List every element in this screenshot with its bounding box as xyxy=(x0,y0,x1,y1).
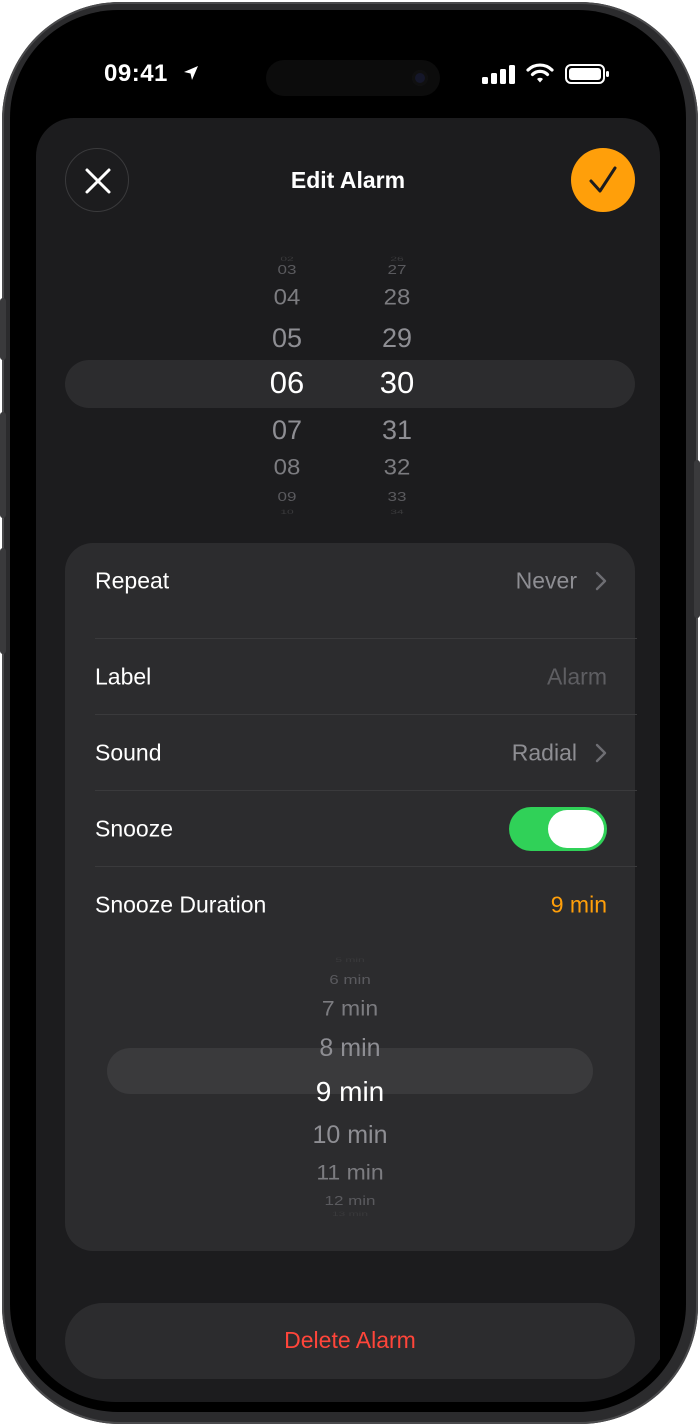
picker-item[interactable]: 03 xyxy=(247,263,327,278)
sound-row[interactable]: Sound Radial xyxy=(95,715,607,791)
snooze-option[interactable]: 12 min xyxy=(65,1193,635,1210)
action-button xyxy=(0,298,6,360)
delete-alarm-button[interactable]: Delete Alarm xyxy=(65,1303,635,1379)
repeat-row[interactable]: Repeat Never xyxy=(95,543,607,619)
volume-down-button xyxy=(0,548,6,654)
snooze-option[interactable]: 5 min xyxy=(65,958,635,962)
time-picker-selection xyxy=(65,360,635,408)
snooze-toggle[interactable] xyxy=(509,807,607,851)
label-label: Label xyxy=(95,663,152,690)
picker-item[interactable]: 30 xyxy=(357,364,437,402)
status-bar: 09:41 xyxy=(20,20,676,130)
picker-item[interactable]: 04 xyxy=(247,285,327,311)
settings-card: Repeat Never Label Alarm Sound Radial Sn… xyxy=(65,543,637,1251)
snooze-option[interactable]: 11 min xyxy=(65,1158,635,1186)
sound-value: Radial xyxy=(511,739,577,766)
snooze-option[interactable]: 9 min xyxy=(65,1073,635,1111)
delete-alarm-label: Delete Alarm xyxy=(284,1327,416,1353)
chevron-right-icon xyxy=(595,743,607,763)
picker-item[interactable]: 07 xyxy=(247,414,327,446)
picker-item[interactable]: 06 xyxy=(247,364,327,402)
snooze-option[interactable]: 13 min xyxy=(65,1212,635,1216)
repeat-value: Never xyxy=(515,567,577,594)
label-row[interactable]: Label Alarm xyxy=(95,639,607,715)
wifi-icon xyxy=(526,63,554,83)
toggle-knob xyxy=(548,810,604,848)
picker-item[interactable]: 32 xyxy=(357,455,437,481)
picker-item[interactable]: 31 xyxy=(357,414,437,446)
snooze-label: Snooze xyxy=(95,815,174,842)
snooze-duration-row[interactable]: Snooze Duration 9 min xyxy=(95,867,607,943)
sound-label: Sound xyxy=(95,739,162,766)
picker-item[interactable]: 28 xyxy=(357,285,437,311)
picker-item[interactable]: 09 xyxy=(247,490,327,505)
battery-icon xyxy=(565,64,609,84)
picker-item[interactable]: 08 xyxy=(247,455,327,481)
picker-item[interactable]: 27 xyxy=(357,263,437,278)
save-button[interactable] xyxy=(571,148,635,212)
picker-item[interactable]: 34 xyxy=(357,510,437,514)
picker-item[interactable]: 29 xyxy=(357,322,437,354)
volume-up-button xyxy=(0,412,6,518)
location-arrow-icon xyxy=(184,66,198,80)
picker-item[interactable]: 10 xyxy=(247,510,327,514)
snooze-duration-value: 9 min xyxy=(550,891,607,918)
chevron-right-icon xyxy=(595,571,607,591)
picker-item[interactable]: 05 xyxy=(247,322,327,354)
power-button xyxy=(694,460,700,618)
picker-item[interactable]: 26 xyxy=(357,257,437,261)
repeat-label: Repeat xyxy=(95,567,170,594)
label-field[interactable]: Alarm xyxy=(547,664,607,691)
snooze-option[interactable]: 6 min xyxy=(65,972,635,989)
snooze-option[interactable]: 10 min xyxy=(65,1118,635,1152)
screen: 09:41 Edit Alarm 02 03 04 05 06 07 08 09… xyxy=(20,20,676,1402)
picker-item[interactable]: 02 xyxy=(247,257,327,261)
checkmark-icon xyxy=(589,166,617,193)
cellular-signal-icon xyxy=(482,65,515,84)
snooze-row: Snooze xyxy=(95,791,607,867)
snooze-option[interactable]: 7 min xyxy=(65,994,635,1022)
snooze-option[interactable]: 8 min xyxy=(65,1031,635,1065)
camera-lens xyxy=(412,70,428,86)
snooze-duration-label: Snooze Duration xyxy=(95,891,267,918)
picker-item[interactable]: 33 xyxy=(357,490,437,505)
status-time: 09:41 xyxy=(104,60,168,87)
